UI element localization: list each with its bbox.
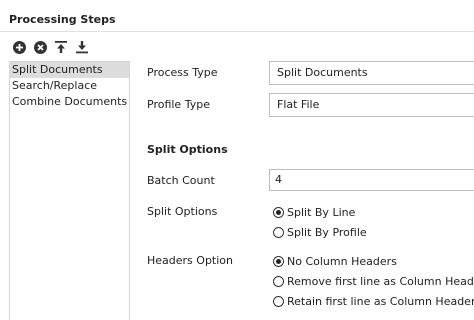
panel-title: Processing Steps bbox=[9, 13, 116, 26]
radio-label: Retain first line as Column Headers bbox=[287, 294, 474, 308]
batch-count-label: Batch Count bbox=[147, 174, 215, 187]
process-type-label: Process Type bbox=[147, 66, 218, 79]
move-to-top-icon bbox=[55, 41, 67, 53]
remove-circle-icon bbox=[33, 40, 47, 54]
radio-button[interactable] bbox=[273, 275, 284, 287]
processing-steps-panel: Processing Steps Split Documents Search/… bbox=[0, 0, 474, 320]
radio-retain-first-line[interactable]: Retain first line as Column Headers bbox=[273, 294, 474, 308]
headers-option-label: Headers Option bbox=[147, 254, 233, 267]
radio-button[interactable] bbox=[273, 295, 284, 307]
split-options-label: Split Options bbox=[147, 205, 218, 218]
radio-label: Remove first line as Column Headers bbox=[287, 274, 474, 288]
processing-steps-list: Split Documents Search/Replace Combine D… bbox=[9, 61, 130, 320]
step-item-combine-documents[interactable]: Combine Documents bbox=[10, 94, 129, 110]
move-to-top-button[interactable] bbox=[54, 40, 68, 54]
step-item-split-documents[interactable]: Split Documents bbox=[10, 62, 129, 78]
batch-count-input[interactable]: 4 bbox=[269, 169, 474, 191]
radio-label: Split By Profile bbox=[287, 225, 367, 239]
radio-split-by-line[interactable]: Split By Line bbox=[273, 205, 355, 219]
radio-button-checked[interactable] bbox=[273, 206, 284, 218]
radio-no-column-headers[interactable]: No Column Headers bbox=[273, 254, 397, 268]
radio-remove-first-line[interactable]: Remove first line as Column Headers bbox=[273, 274, 474, 288]
remove-step-button[interactable] bbox=[33, 40, 47, 54]
steps-toolbar bbox=[12, 39, 96, 55]
radio-label: No Column Headers bbox=[287, 254, 397, 268]
process-type-select[interactable]: Split Documents bbox=[269, 61, 474, 85]
radio-button-checked[interactable] bbox=[273, 255, 284, 267]
radio-split-by-profile[interactable]: Split By Profile bbox=[273, 225, 367, 239]
add-circle-icon bbox=[12, 40, 26, 54]
profile-type-label: Profile Type bbox=[147, 98, 210, 111]
radio-button[interactable] bbox=[273, 226, 284, 238]
move-to-bottom-icon bbox=[76, 41, 88, 54]
profile-type-select[interactable]: Flat File bbox=[269, 93, 474, 117]
move-to-bottom-button[interactable] bbox=[75, 40, 89, 54]
add-step-button[interactable] bbox=[12, 40, 26, 54]
split-options-section-title: Split Options bbox=[147, 143, 228, 156]
radio-label: Split By Line bbox=[287, 205, 356, 219]
title-divider bbox=[0, 31, 474, 32]
step-item-search-replace[interactable]: Search/Replace bbox=[10, 78, 129, 94]
